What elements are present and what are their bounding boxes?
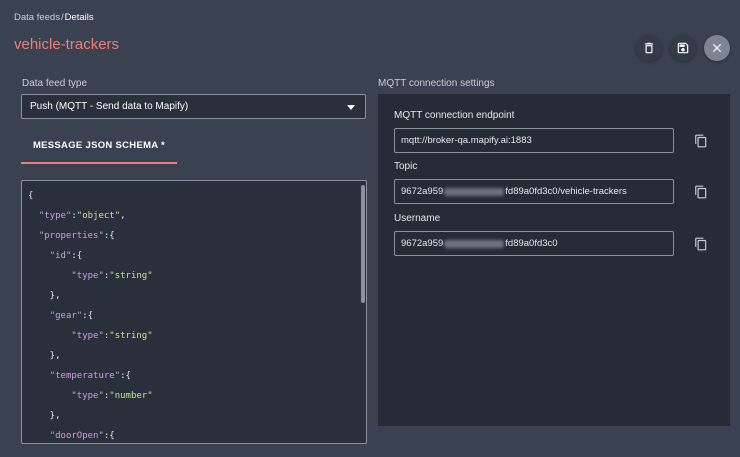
mqtt-settings-panel: MQTT connection endpoint mqtt://broker-q… bbox=[378, 94, 730, 426]
username-value-suffix: fd89a0fd3c0 bbox=[505, 238, 558, 249]
trash-icon bbox=[644, 42, 654, 54]
copy-endpoint-button[interactable] bbox=[694, 134, 708, 148]
json-line: "type":"object", bbox=[38, 211, 126, 221]
copy-topic-button[interactable] bbox=[694, 185, 708, 199]
save-icon bbox=[677, 42, 689, 54]
json-line: "type":"string" bbox=[71, 271, 153, 281]
action-bar bbox=[636, 35, 730, 61]
json-line: }, bbox=[28, 411, 61, 421]
page-title: vehicle-trackers bbox=[14, 36, 120, 53]
json-line: "doorOpen":{ bbox=[49, 431, 115, 441]
close-icon bbox=[712, 43, 722, 53]
mqtt-section-label: MQTT connection settings bbox=[378, 78, 495, 89]
json-line: }, bbox=[28, 291, 61, 301]
copy-icon bbox=[695, 185, 707, 199]
redacted-segment bbox=[444, 187, 505, 196]
topic-value-suffix: fd89a0fd3c0/vehicle-trackers bbox=[505, 186, 627, 197]
json-line: "properties":{ bbox=[38, 231, 115, 241]
close-button[interactable] bbox=[704, 35, 730, 61]
topic-label: Topic bbox=[394, 161, 418, 172]
feed-type-value: Push (MQTT - Send data to Mapify) bbox=[30, 101, 189, 112]
username-label: Username bbox=[394, 213, 441, 224]
endpoint-value: mqtt://broker-qa.mapify.ai:1883 bbox=[401, 135, 532, 146]
copy-icon bbox=[695, 134, 707, 148]
copy-username-button[interactable] bbox=[694, 237, 708, 251]
caret-down-icon bbox=[347, 105, 355, 110]
copy-icon bbox=[695, 237, 707, 251]
username-value-prefix: 9672a959 bbox=[401, 238, 444, 249]
endpoint-field[interactable]: mqtt://broker-qa.mapify.ai:1883 bbox=[394, 128, 674, 153]
breadcrumb-separator: / bbox=[60, 12, 64, 23]
delete-button[interactable] bbox=[636, 35, 662, 61]
editor-scrollbar[interactable] bbox=[361, 185, 365, 303]
json-line: "temperature":{ bbox=[49, 371, 131, 381]
topic-field[interactable]: 9672a959 fd89a0fd3c0/vehicle-trackers bbox=[394, 179, 674, 204]
breadcrumb-current: Details bbox=[64, 12, 94, 23]
breadcrumb-parent[interactable]: Data feeds bbox=[14, 12, 60, 23]
feed-type-label: Data feed type bbox=[22, 78, 88, 89]
topic-value-prefix: 9672a959 bbox=[401, 186, 444, 197]
json-line: "gear":{ bbox=[49, 311, 94, 321]
breadcrumb: Data feeds/Details bbox=[14, 12, 94, 23]
json-line: }, bbox=[28, 351, 61, 361]
json-line: "type":"string" bbox=[71, 331, 153, 341]
endpoint-label: MQTT connection endpoint bbox=[394, 110, 515, 121]
json-line: "type":"number" bbox=[71, 391, 153, 401]
tab-message-json-schema[interactable]: MESSAGE JSON SCHEMA * bbox=[21, 140, 177, 164]
json-schema-editor[interactable]: { "type":"object", "properties":{ "id":{… bbox=[21, 180, 367, 444]
feed-type-select[interactable]: Push (MQTT - Send data to Mapify) bbox=[21, 94, 366, 119]
username-field[interactable]: 9672a959 fd89a0fd3c0 bbox=[394, 231, 674, 256]
json-line: { bbox=[28, 191, 34, 201]
redacted-segment bbox=[444, 239, 505, 248]
save-button[interactable] bbox=[670, 35, 696, 61]
json-line: "id":{ bbox=[49, 251, 83, 261]
